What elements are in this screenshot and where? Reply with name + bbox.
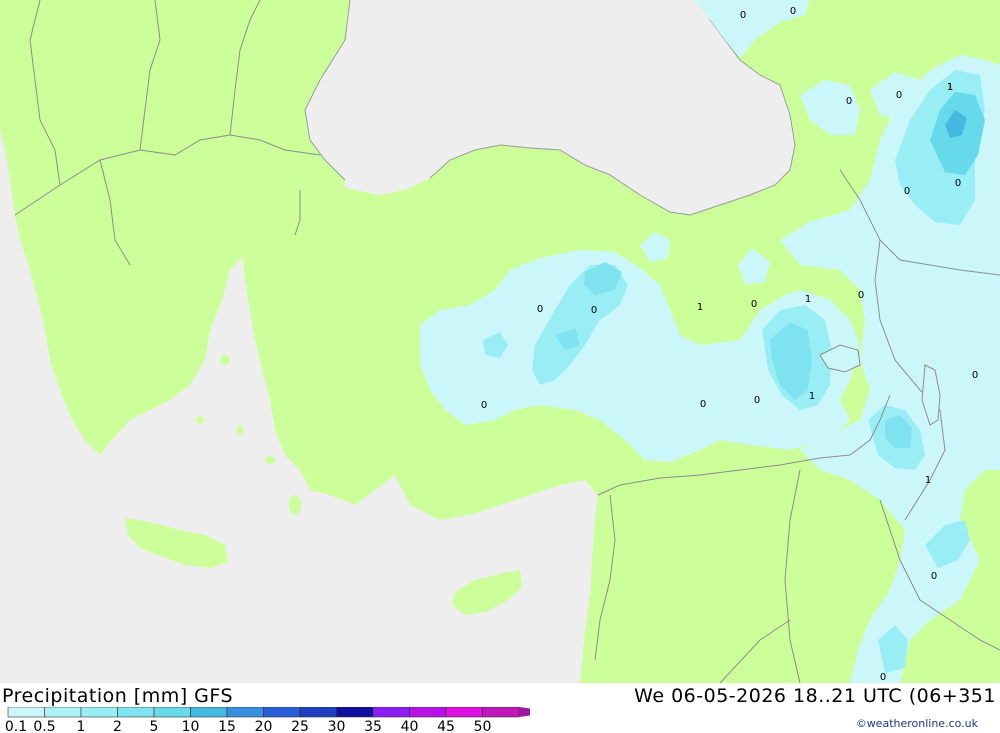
contour-label: 0 (700, 399, 706, 410)
legend-label: 1 (77, 719, 86, 733)
map-canvas: 0 0001000 1000100 0 0 10101 (0, 0, 1000, 684)
legend-swatch (190, 707, 228, 718)
legend-label: 15 (218, 719, 236, 733)
legend-label: 30 (328, 719, 346, 733)
contour-label: 0 (846, 96, 852, 107)
contour-label: 0 (790, 6, 796, 17)
precip-legend: 0.1 0.5 1 2 5 10 15 20 25 30 35 40 45 50 (5, 707, 530, 733)
contour-label: 0 (955, 178, 961, 189)
map-footer: Precipitation [mm] GFS We 06-05-2026 18.… (0, 683, 1000, 733)
legend-swatch (117, 707, 155, 718)
legend-label: 45 (437, 719, 455, 733)
legend-swatch (80, 707, 118, 718)
legend-label: 0.1 (5, 719, 27, 733)
contour-label: 0 (858, 290, 864, 301)
legend-label: 10 (182, 719, 200, 733)
contour-label: 0 (896, 90, 902, 101)
legend-label: 20 (255, 719, 273, 733)
contour-label: 0 (754, 395, 760, 406)
contour-label: 0 (880, 672, 886, 683)
legend-swatch (482, 707, 520, 718)
credit-link[interactable]: ©weatheronline.co.uk (856, 717, 978, 730)
contour-label: 1 (809, 391, 815, 402)
legend-label: 5 (150, 719, 159, 733)
contour-label: 0 (931, 571, 937, 582)
legend-swatch (226, 707, 264, 718)
legend-label: 25 (291, 719, 309, 733)
precipitation-map: 0000100010001000010101 (0, 0, 1000, 684)
contour-label: 1 (947, 82, 953, 93)
contour-label: 0 (740, 10, 746, 21)
map-title: Precipitation [mm] GFS (2, 685, 234, 707)
legend-label: 35 (364, 719, 382, 733)
legend-label: 50 (474, 719, 492, 733)
legend-swatch (263, 707, 301, 718)
legend-arrow (519, 707, 530, 717)
legend-swatch (7, 707, 45, 718)
contour-label: 0 (537, 304, 543, 315)
contour-label: 0 (904, 186, 910, 197)
contour-label: 0 (972, 370, 978, 381)
legend-swatch (372, 707, 410, 718)
legend-label: 40 (401, 719, 419, 733)
valid-time: We 06-05-2026 18..21 UTC (06+351 (634, 685, 996, 707)
contour-label: 0 (751, 299, 757, 310)
legend-label: 2 (113, 719, 122, 733)
legend-swatch (299, 707, 337, 718)
legend-swatch (44, 707, 82, 718)
legend-swatch (409, 707, 447, 718)
legend-swatch (445, 707, 483, 718)
contour-label: 0 (591, 305, 597, 316)
legend-swatch (336, 707, 374, 718)
contour-label: 1 (697, 302, 703, 313)
legend-label: 0.5 (33, 719, 55, 733)
contour-label: 1 (925, 475, 931, 486)
contour-label: 1 (805, 294, 811, 305)
contour-label: 0 (481, 400, 487, 411)
legend-swatch (153, 707, 191, 718)
